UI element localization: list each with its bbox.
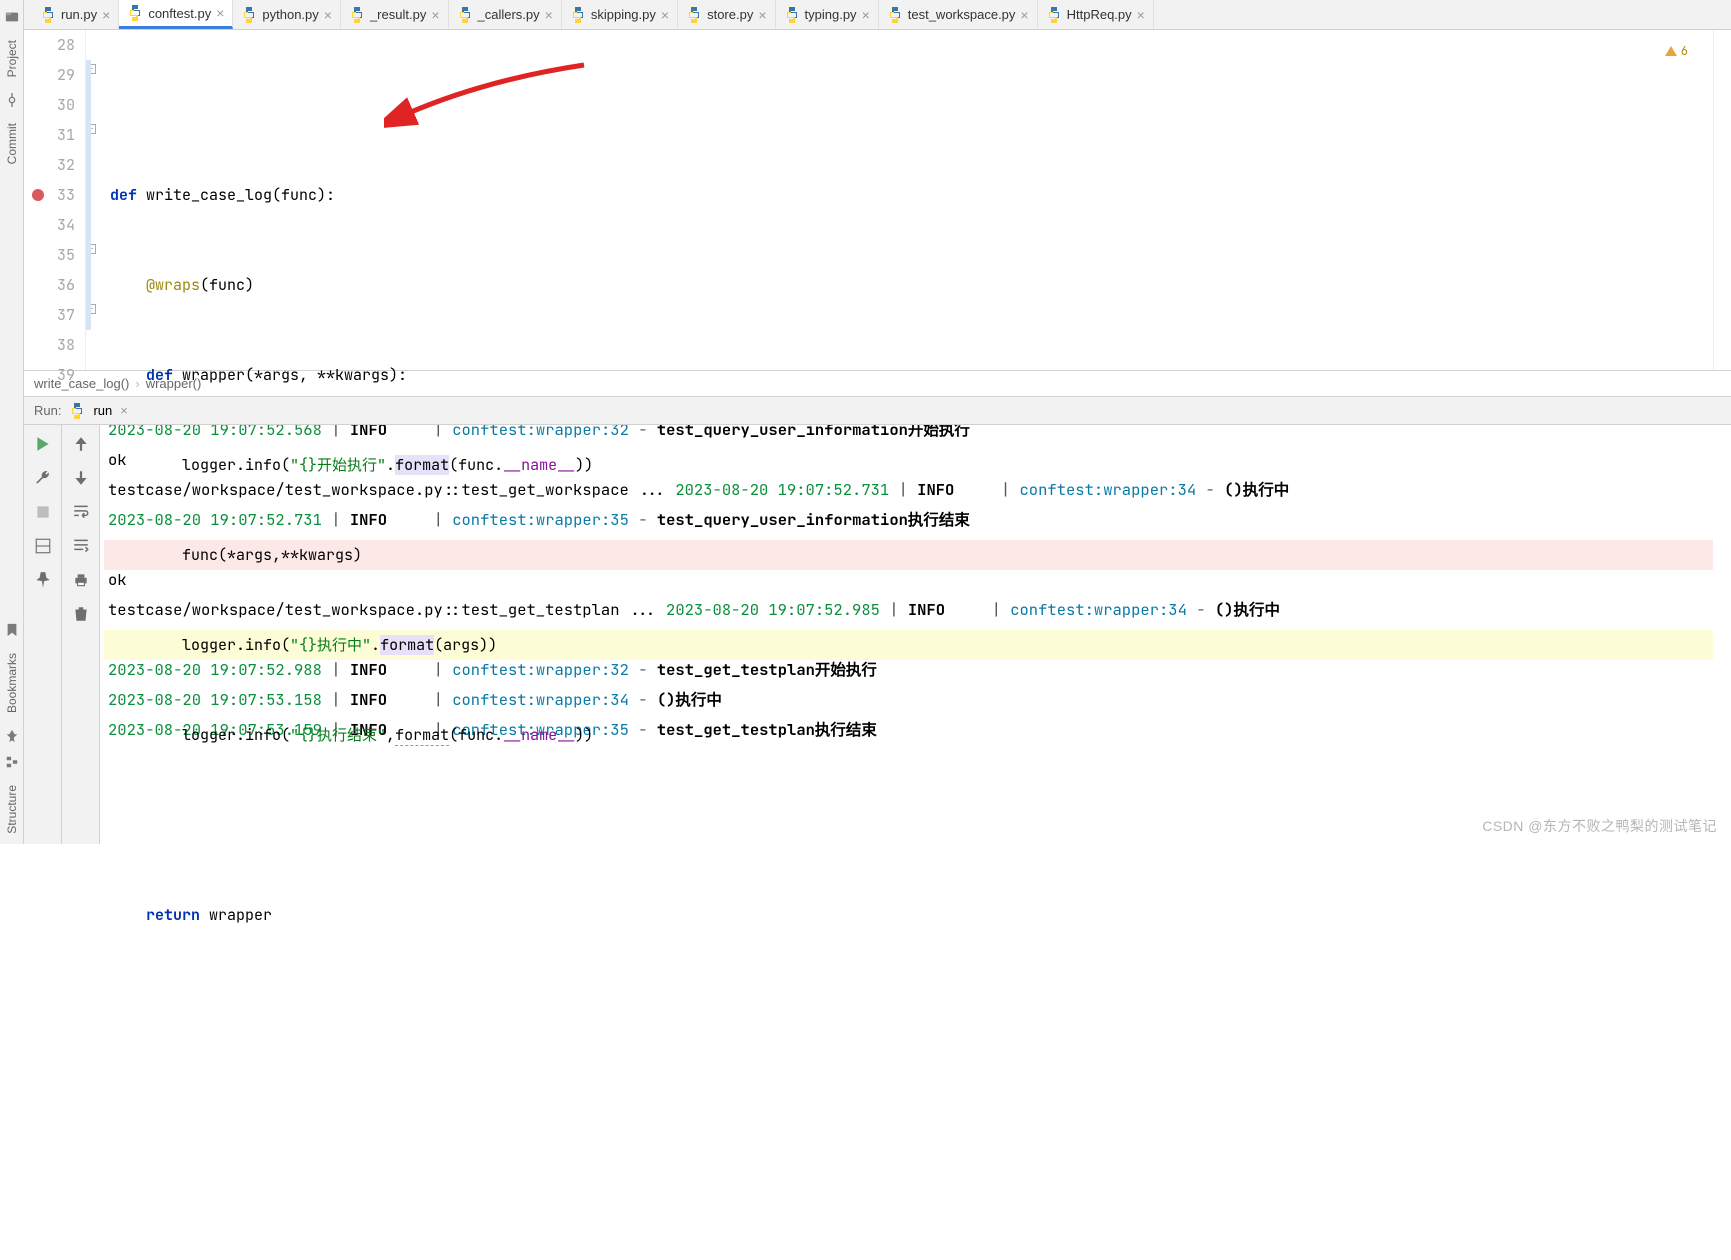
up-arrow-icon[interactable] — [72, 435, 90, 453]
toolwindow-structure[interactable]: Structure — [5, 785, 19, 834]
python-file-icon — [1046, 7, 1062, 23]
python-file-icon — [887, 7, 903, 23]
line-number[interactable]: 38 — [24, 330, 75, 360]
editor-tabs: run.py × conftest.py × python.py × _result.py ×… — [24, 0, 1731, 30]
project-icon[interactable] — [5, 10, 19, 24]
pin-icon[interactable] — [5, 729, 19, 743]
python-file-icon — [127, 5, 143, 21]
tab-label: test_workspace.py — [908, 7, 1016, 22]
decorator: @wraps — [146, 275, 200, 295]
editor-tab[interactable]: skipping.py × — [562, 0, 678, 29]
breakpoint-marker[interactable] — [32, 189, 44, 201]
wrench-icon[interactable] — [34, 469, 52, 487]
soft-wrap-icon[interactable] — [72, 503, 90, 521]
tab-label: _result.py — [370, 7, 426, 22]
line-number[interactable]: 37 — [24, 300, 75, 330]
close-icon[interactable]: × — [862, 7, 870, 23]
run-toolbar-right — [62, 425, 100, 844]
editor-tab[interactable]: store.py × — [678, 0, 775, 29]
toolwindow-bookmarks[interactable]: Bookmarks — [5, 653, 19, 713]
line-number[interactable]: 32 — [24, 150, 75, 180]
line-number[interactable]: 28 — [24, 30, 75, 60]
method-highlight-bar — [86, 60, 91, 330]
structure-icon[interactable] — [5, 755, 19, 769]
code-editor[interactable]: def write_case_log(func): @wraps(func) d… — [104, 30, 1713, 370]
toolwindow-commit[interactable]: Commit — [5, 123, 19, 164]
down-arrow-icon[interactable] — [72, 469, 90, 487]
trash-icon[interactable] — [72, 605, 90, 623]
line-number[interactable]: 35 — [24, 240, 75, 270]
tab-label: python.py — [262, 7, 318, 22]
run-title: Run: — [34, 403, 61, 418]
editor-tab[interactable]: typing.py × — [776, 0, 879, 29]
tab-label: typing.py — [805, 7, 857, 22]
line-number[interactable]: 30 — [24, 90, 75, 120]
editor-error-stripe[interactable] — [1713, 30, 1731, 370]
python-file-icon — [457, 7, 473, 23]
warning-triangle-icon — [1665, 46, 1677, 56]
python-file-icon — [349, 7, 365, 23]
line-number[interactable]: 36 — [24, 270, 75, 300]
tab-label: conftest.py — [148, 6, 211, 21]
close-icon[interactable]: × — [431, 7, 439, 23]
editor-tab[interactable]: test_workspace.py × — [879, 0, 1038, 29]
editor-tab[interactable]: conftest.py × — [119, 0, 233, 29]
editor-tab[interactable]: python.py × — [233, 0, 341, 29]
editor-area: 282930313233343536373839 − − − − def wri… — [24, 30, 1731, 370]
line-number[interactable]: 39 — [24, 360, 75, 390]
stop-icon[interactable] — [34, 503, 52, 521]
editor-gutter: 282930313233343536373839 — [24, 30, 86, 370]
scroll-to-end-icon[interactable] — [72, 537, 90, 555]
close-icon[interactable]: × — [545, 7, 553, 23]
close-icon[interactable]: × — [216, 5, 224, 21]
keyword-def: def — [110, 185, 146, 205]
bookmarks-icon[interactable] — [5, 623, 19, 637]
left-toolwindow-bar: Project Commit Bookmarks Structure — [0, 0, 24, 844]
watermark-text: CSDN @东方不败之鸭梨的测试笔记 — [1482, 816, 1717, 836]
inspection-indicator[interactable]: 6 — [1665, 36, 1688, 66]
commit-icon[interactable] — [5, 93, 19, 107]
python-file-icon — [570, 7, 586, 23]
run-icon[interactable] — [34, 435, 52, 453]
tab-label: store.py — [707, 7, 753, 22]
python-file-icon — [686, 7, 702, 23]
layout-icon[interactable] — [34, 537, 52, 555]
python-file-icon — [241, 7, 257, 23]
python-icon — [69, 403, 85, 419]
pin-icon[interactable] — [34, 571, 52, 589]
python-file-icon — [784, 7, 800, 23]
tab-label: _callers.py — [478, 7, 540, 22]
line-number[interactable]: 31 — [24, 120, 75, 150]
run-toolbar-left — [24, 425, 62, 844]
toolwindow-project[interactable]: Project — [5, 40, 19, 77]
line-number[interactable]: 29 — [24, 60, 75, 90]
close-icon[interactable]: × — [758, 7, 766, 23]
print-icon[interactable] — [72, 571, 90, 589]
python-file-icon — [40, 7, 56, 23]
tab-label: run.py — [61, 7, 97, 22]
close-icon[interactable]: × — [1020, 7, 1028, 23]
close-icon[interactable]: × — [1137, 7, 1145, 23]
tab-label: HttpReq.py — [1067, 7, 1132, 22]
line-number[interactable]: 34 — [24, 210, 75, 240]
editor-tab[interactable]: run.py × — [32, 0, 119, 29]
editor-tab[interactable]: _result.py × — [341, 0, 449, 29]
close-icon[interactable]: × — [324, 7, 332, 23]
close-icon[interactable]: × — [102, 7, 110, 23]
editor-tab[interactable]: HttpReq.py × — [1038, 0, 1154, 29]
close-icon[interactable]: × — [661, 7, 669, 23]
editor-tab[interactable]: _callers.py × — [449, 0, 562, 29]
tab-label: skipping.py — [591, 7, 656, 22]
